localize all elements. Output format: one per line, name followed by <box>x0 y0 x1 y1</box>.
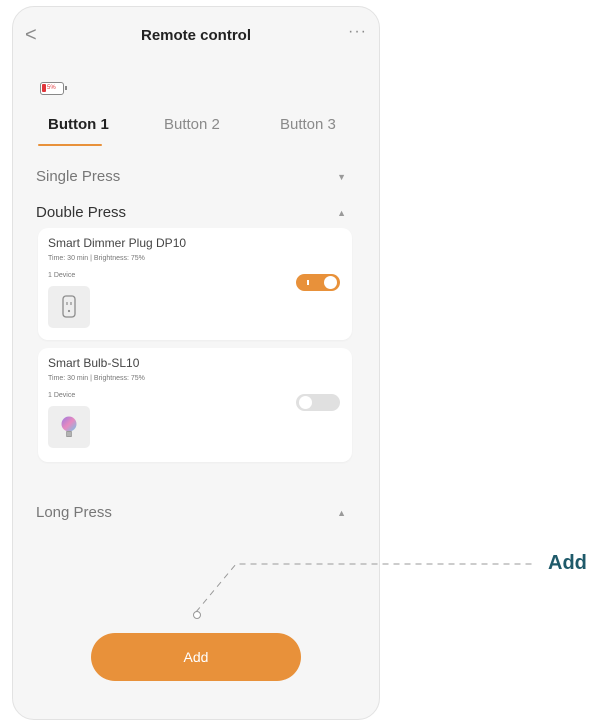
callout-anchor-dot <box>193 611 201 619</box>
callout-label: Add <box>548 552 587 574</box>
add-button[interactable]: Add <box>91 633 301 681</box>
callout-leader-line <box>195 563 536 613</box>
